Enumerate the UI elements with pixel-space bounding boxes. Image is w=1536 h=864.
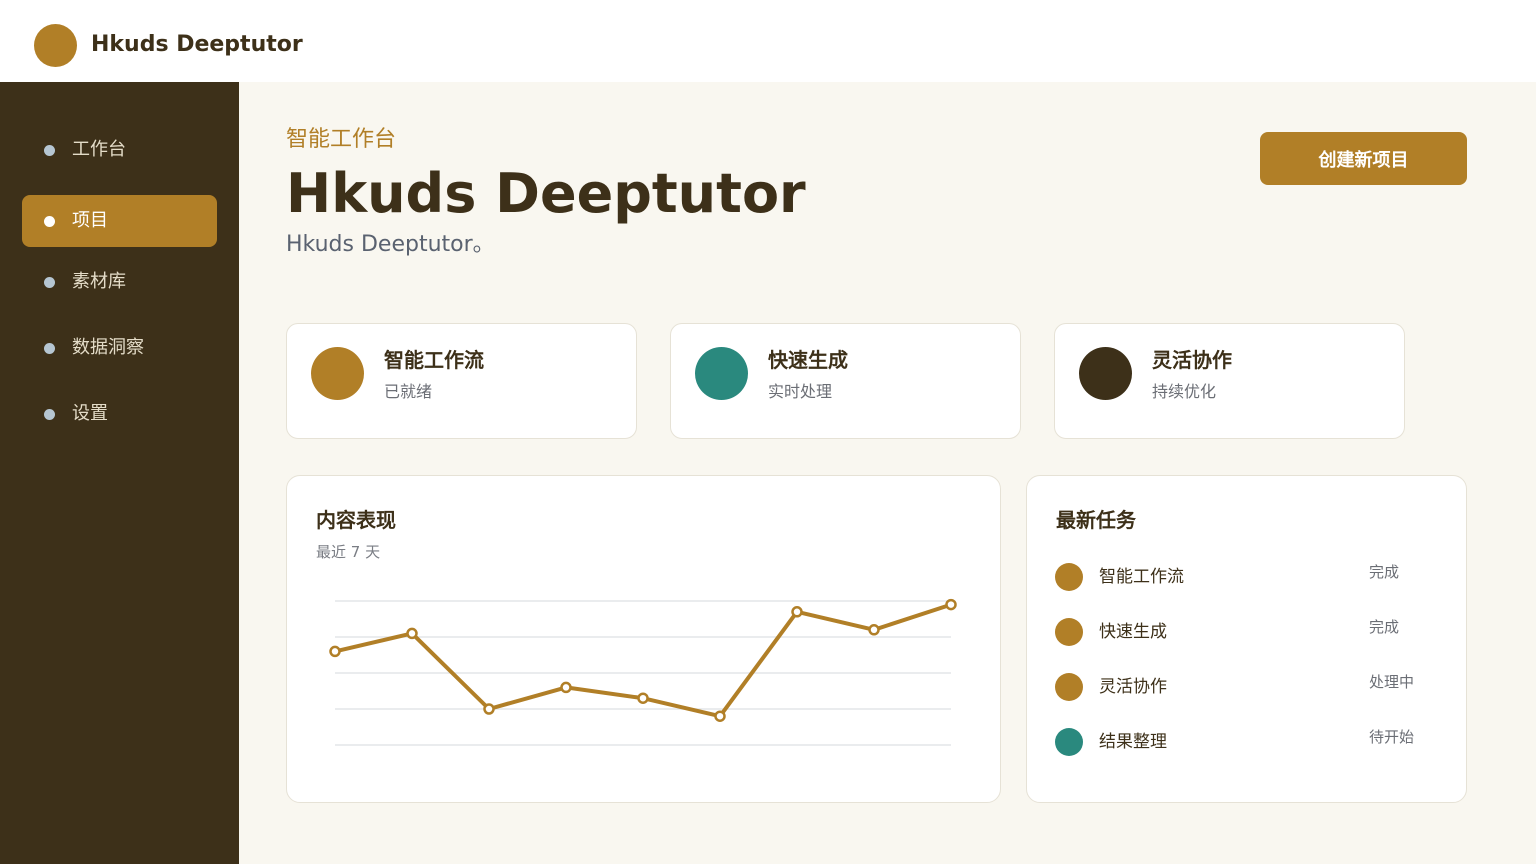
performance-panel: 内容表现 最近 7 天 [286, 475, 1001, 803]
stat-card-fast-generation[interactable]: 快速生成 实时处理 [670, 323, 1021, 439]
sidebar-item-label: 数据洞察 [72, 337, 144, 358]
tasks-panel: 最新任务 智能工作流 完成 快速生成 完成 灵活协作 处理中 结果整理 待开始 [1026, 475, 1467, 803]
task-row[interactable]: 结果整理 待开始 [1055, 722, 1435, 762]
chart-data-point[interactable] [868, 624, 880, 636]
task-row[interactable]: 智能工作流 完成 [1055, 557, 1435, 597]
stat-title: 智能工作流 [384, 348, 484, 372]
task-status-dot-icon [1055, 728, 1083, 756]
chart-data-point[interactable] [637, 692, 649, 704]
sidebar-item-projects[interactable]: 项目 [22, 195, 217, 247]
dot-icon [44, 145, 55, 156]
page-title: Hkuds Deeptutor [286, 162, 806, 225]
top-bar: Hkuds Deeptutor [0, 0, 1536, 82]
task-name: 结果整理 [1099, 732, 1167, 752]
task-status-dot-icon [1055, 618, 1083, 646]
sidebar-item-workbench[interactable]: 工作台 [22, 124, 217, 176]
create-project-button[interactable]: 创建新项目 [1260, 132, 1467, 185]
stat-subtitle: 持续优化 [1152, 382, 1217, 401]
task-name: 快速生成 [1099, 622, 1167, 642]
stat-card-workflow[interactable]: 智能工作流 已就绪 [286, 323, 637, 439]
task-name: 灵活协作 [1099, 677, 1167, 697]
chart-data-point[interactable] [329, 645, 341, 658]
task-name: 智能工作流 [1099, 567, 1184, 587]
stat-subtitle: 实时处理 [768, 382, 833, 401]
sidebar-item-library[interactable]: 素材库 [22, 256, 217, 308]
workflow-circle-icon [311, 347, 364, 400]
dot-icon [44, 277, 55, 288]
chart-data-point[interactable] [791, 606, 803, 618]
task-row[interactable]: 灵活协作 处理中 [1055, 667, 1435, 707]
task-status-dot-icon [1055, 673, 1083, 701]
dot-icon [44, 343, 55, 354]
chart-data-point[interactable] [945, 598, 957, 611]
chart-data-point[interactable] [483, 703, 495, 715]
chart-data-point[interactable] [560, 681, 572, 694]
stat-title: 灵活协作 [1152, 348, 1232, 372]
tasks-title: 最新任务 [1056, 508, 1136, 532]
fast-generation-circle-icon [695, 347, 748, 400]
stat-subtitle: 已就绪 [384, 382, 433, 401]
task-status: 完成 [1369, 563, 1400, 581]
task-status-dot-icon [1055, 563, 1083, 591]
task-status: 处理中 [1369, 673, 1415, 691]
performance-line-chart [329, 598, 957, 746]
sidebar-item-insights[interactable]: 数据洞察 [22, 322, 217, 374]
logo-icon [34, 24, 77, 67]
stat-card-collaboration[interactable]: 灵活协作 持续优化 [1054, 323, 1405, 439]
sidebar-item-label: 设置 [72, 403, 108, 424]
chart-data-point[interactable] [406, 627, 418, 640]
collaboration-circle-icon [1079, 347, 1132, 400]
task-status: 待开始 [1369, 728, 1415, 746]
dot-icon [44, 409, 55, 420]
dot-icon [44, 216, 55, 227]
task-status: 完成 [1369, 618, 1400, 636]
sidebar-item-settings[interactable]: 设置 [22, 388, 217, 440]
stat-title: 快速生成 [768, 348, 848, 372]
sidebar-item-label: 素材库 [72, 271, 126, 292]
task-row[interactable]: 快速生成 完成 [1055, 612, 1435, 652]
sidebar: 工作台 项目 素材库 数据洞察 设置 [0, 82, 239, 864]
chart-data-point[interactable] [714, 710, 726, 722]
sidebar-item-label: 项目 [72, 210, 108, 231]
page-subtitle: Hkuds Deeptutor。 [286, 232, 495, 257]
app-title: Hkuds Deeptutor [91, 32, 303, 57]
sidebar-item-label: 工作台 [72, 139, 126, 160]
page-eyebrow: 智能工作台 [286, 127, 397, 152]
